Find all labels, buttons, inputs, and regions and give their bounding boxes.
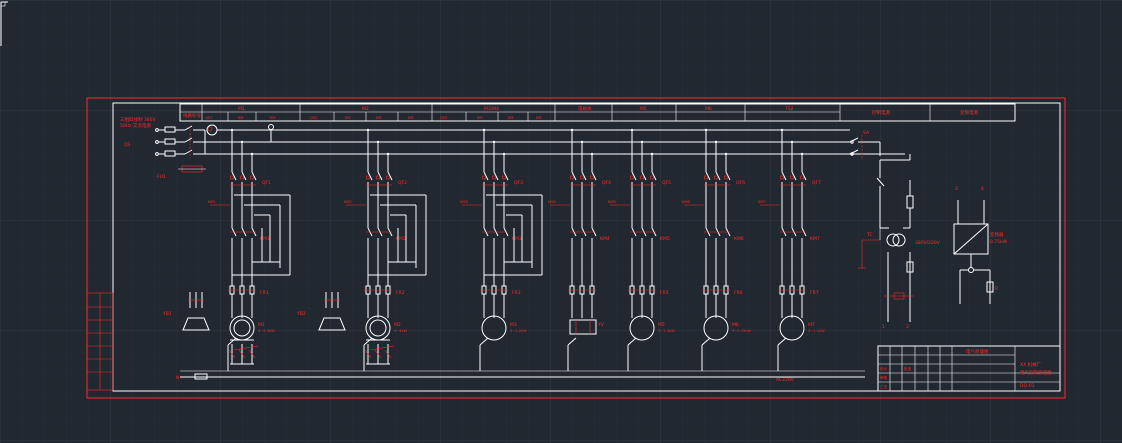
brake-1-label: YB1 [162,311,172,317]
header-right-1: 变频电源 [960,109,978,116]
header-cell-m3: M3/M4 [484,106,499,112]
header-sub-3: QS2 [310,116,317,120]
bus-label: N [176,375,179,381]
header-sub-1: KM [238,116,243,120]
relay-label: FR5 [660,290,669,296]
header-sub-4: KM [345,116,350,120]
relay-label: FR7 [810,290,819,296]
breaker-label: QF4 [602,180,611,186]
contactor-label: KM1 [260,236,270,242]
contactor-label: KM2 [396,236,406,242]
motor-note: 3~1.5kW [658,329,675,333]
contactor-label: KM7 [810,236,820,242]
breaker-label: QF2 [398,180,407,186]
terminal-2: 2 [906,324,909,330]
contactor-label: KM5 [660,236,670,242]
bus-note: AC220V [776,377,795,383]
contactor-label: KM4 [600,236,610,242]
motor-note: 3~1.1kW [808,329,825,333]
header-sub-5: KM [376,116,381,120]
motor-label: M2 [394,322,401,328]
title-row-3: 批准 [904,366,912,371]
motor-label: M7 [808,322,815,328]
motor-note: 3~2.2kW [510,329,527,333]
incoming-note-2: 50Hz 交流电源 [120,122,151,129]
header-sub-8: KM [477,116,482,120]
title-row-0: 设计 [880,366,888,371]
motor-note: 3~0.75kW [732,329,751,333]
terminal-1: 1 [882,324,885,330]
motor-note: 3~4kW [394,329,408,333]
header-cell-m6: M6 [705,106,712,112]
title-block-drawing-no: DQ-01 [1020,383,1035,389]
coil-tag: KM7 [758,200,766,204]
control-switch-label: SA [863,130,870,136]
relay-label: FR1 [260,290,269,296]
brake-2-label: YB2 [296,311,306,317]
header-right-0: 控制电源 [872,109,890,116]
header-cell-valve: 电磁阀 [578,105,592,112]
header-sub-7: QS3 [440,116,447,120]
motor-note: 3~5.5kW [258,329,275,333]
header-left-cell: 线路标号 [183,112,201,119]
relay-label: FR2 [396,290,405,296]
coil-tag: KM1 [208,200,216,204]
coil-tag: KM3 [460,200,468,204]
breaker-label: QF3 [514,180,523,186]
contactor-label: KM3 [512,236,522,242]
incoming-label: QS [124,142,131,148]
relay-label: FR3 [512,290,521,296]
breaker-label: QF5 [662,180,671,186]
header-sub-10: KM [536,116,541,120]
terminal-4: 4 [981,186,984,192]
breaker-label: QF1 [262,180,271,186]
relay-label: FR6 [734,290,743,296]
motor-label: M3 [510,322,517,328]
coil-tag: KM5 [608,200,616,204]
coil-tag: KM2 [344,200,352,204]
fuse-label: FU1 [157,174,166,180]
motor-label: M6 [732,322,739,328]
transformer-note: 380V/220V [915,240,941,246]
resistor-label: R [995,286,998,292]
header-sub-9: KM [508,116,513,120]
incoming-note-1: 三相四线制 380V [120,116,157,123]
header-cell-m5: M5 [640,106,647,112]
title-block-company: XX 机械厂 [1020,361,1042,368]
motor-label: YV [597,322,605,328]
header-cell-m1: M1 [238,106,245,112]
title-row-1: 审核 [880,375,888,380]
title-block-title: 电气原理图 [966,348,989,355]
transformer-label: TC [866,232,873,238]
header-sub-2: KM [270,116,275,120]
contactor-label: KM6 [734,236,744,242]
header-sub-6: KM [408,116,413,120]
coil-tag: KM6 [682,200,690,204]
motor-label: M1 [258,322,265,328]
breaker-label: QF7 [812,180,821,186]
header-cell-ts2: TS2 [784,106,794,112]
cad-drawing-canvas[interactable]: 线路标号 M1 M2 M3/M4 电磁阀 M5 M6 TS2 QS1 KM KM… [0,0,1122,443]
motor-label: M5 [658,322,665,328]
title-row-2: 工艺 [880,384,888,389]
inverter-note: 0.75kW [990,239,1008,245]
inverter-label: 变频器 [990,231,1004,238]
title-block-drawing-name: 电气控制原理图 [1020,369,1052,376]
header-cell-m2: M2 [362,106,369,112]
terminal-3: 3 [955,186,958,192]
breaker-label: QF6 [736,180,745,186]
coil-tag: KM4 [548,200,556,204]
header-sub-0: QS1 [205,116,212,120]
